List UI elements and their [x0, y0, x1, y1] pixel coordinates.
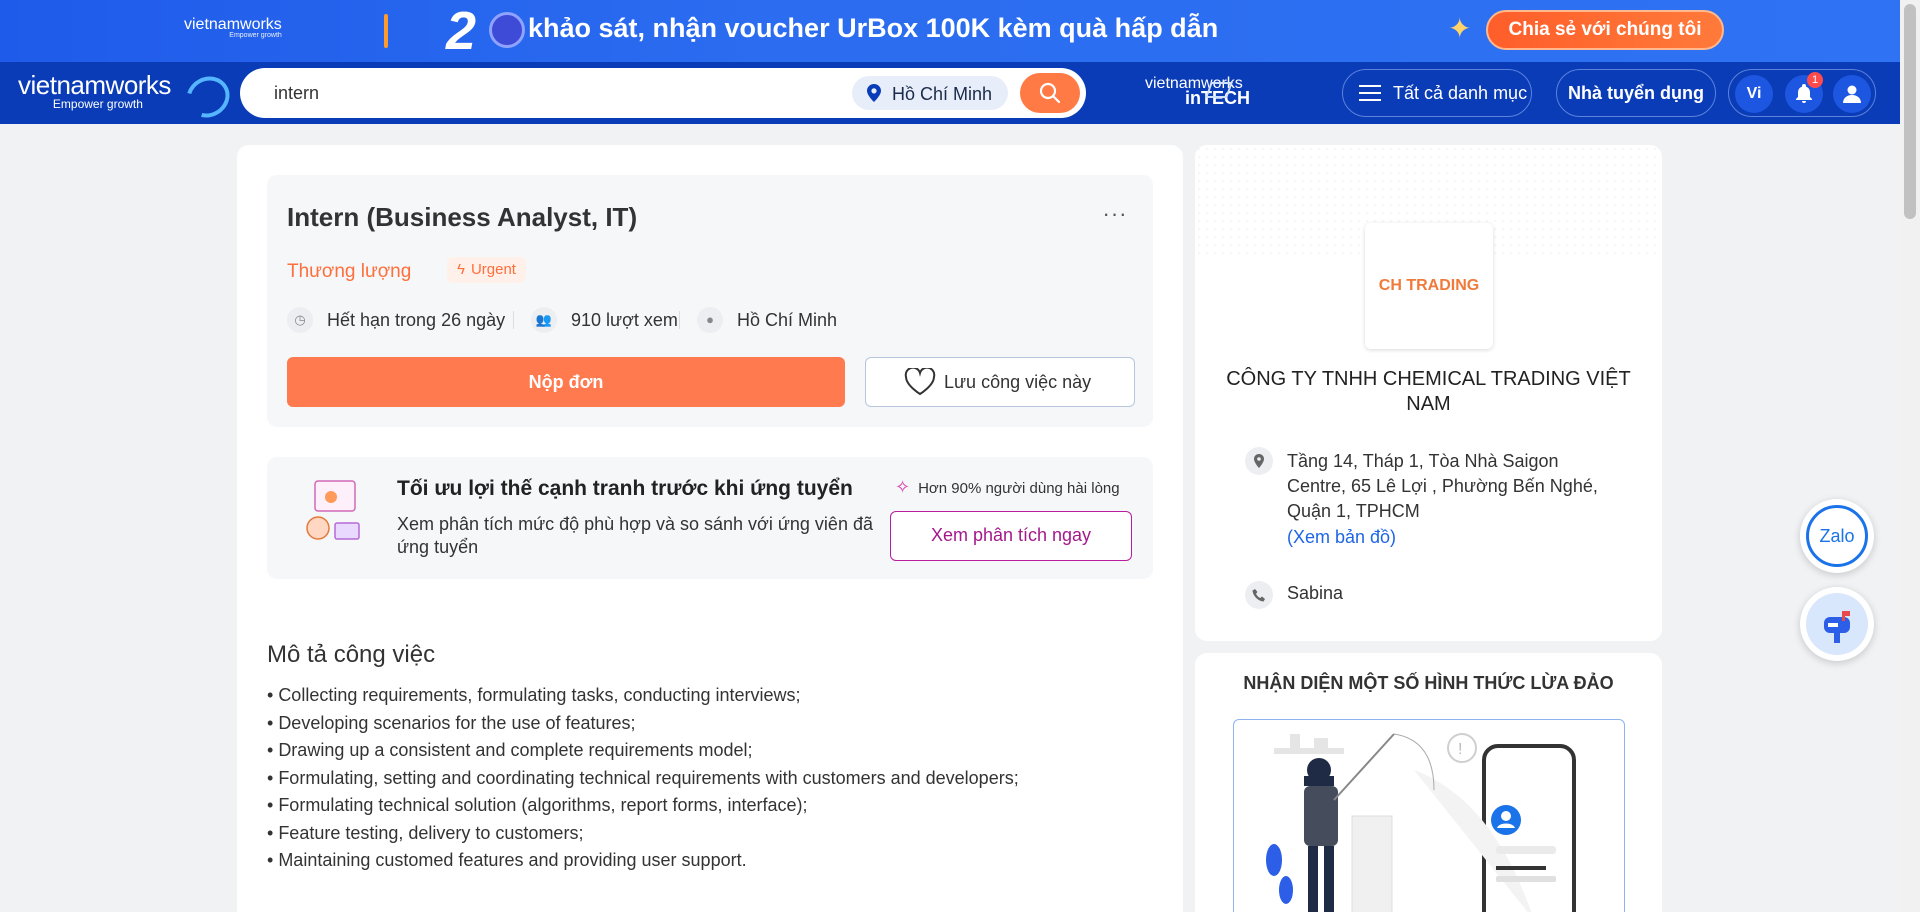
sparkle-icon: ✦ [1448, 13, 1472, 44]
view-analysis-button[interactable]: Xem phân tích ngay [890, 511, 1132, 561]
intech-logo[interactable]: vietnamworks inTECH [1145, 76, 1250, 108]
list-item: Feature testing, delivery to customers; [267, 820, 1019, 848]
promo-badge-icon [489, 12, 525, 48]
promo-logo-text: vietnamworks [184, 16, 282, 33]
location-info: ● Hồ Chí Minh [697, 305, 857, 335]
urgent-label: Urgent [470, 261, 516, 278]
ai-card-title: Tối ưu lợi thế cạnh tranh trước khi ứng … [397, 477, 853, 500]
notification-badge: 1 [1807, 72, 1823, 88]
ai-analysis-card: Tối ưu lợi thế cạnh tranh trước khi ứng … [267, 457, 1153, 579]
location-pin-icon [1245, 447, 1273, 475]
mailbox-icon [1806, 593, 1868, 655]
promo-number: 2 [446, 1, 477, 61]
job-header: Intern (Business Analyst, IT) ··· Thương… [267, 175, 1153, 427]
company-address: Tầng 14, Tháp 1, Tòa Nhà Saigon Centre, … [1287, 451, 1598, 521]
search-icon [1039, 82, 1061, 104]
heart-icon [904, 368, 936, 396]
intech-bottom-label: inTECH [1185, 88, 1250, 108]
search-bar: Hồ Chí Minh [240, 68, 1086, 118]
fraud-title: NHẬN DIỆN MỘT SỐ HÌNH THỨC LỪA ĐẢO [1243, 673, 1614, 693]
account-button[interactable] [1833, 75, 1871, 113]
view-map-link[interactable]: (Xem bản đồ) [1287, 527, 1396, 548]
brand-swoosh-icon [178, 68, 238, 126]
list-item: Collecting requirements, formulating tas… [267, 682, 1019, 710]
location-pin-icon [867, 84, 881, 102]
views-info: 👥 910 lượt xem [531, 305, 681, 335]
brand-logo[interactable]: vietnamworks Empower growth [18, 68, 238, 126]
urgent-badge: ϟ Urgent [447, 257, 526, 283]
promo-logo-tagline: Empower growth [229, 32, 282, 39]
employer-button[interactable]: Nhà tuyển dụng [1556, 69, 1716, 117]
user-icon [1843, 85, 1861, 103]
meta-divider [679, 311, 680, 329]
save-job-button[interactable]: Lưu công việc này [865, 357, 1135, 407]
job-title: Intern (Business Analyst, IT) [287, 202, 638, 232]
search-button[interactable] [1020, 73, 1080, 113]
salary-label: Thương lượng [287, 261, 412, 282]
company-card: CH TRADING CÔNG TY TNHH CHEMICAL TRADING… [1195, 145, 1662, 641]
promo-share-button[interactable]: Chia sẻ với chúng tôi [1486, 10, 1724, 50]
menu-icon [1359, 85, 1381, 101]
satisfaction-text: Hơn 90% người dùng hài lòng [918, 480, 1120, 497]
ai-card-description: Xem phân tích mức độ phù hợp và so sánh … [397, 514, 873, 557]
page-scrollbar[interactable] [1900, 0, 1920, 912]
fraud-scene-icon: ! [1266, 733, 1576, 912]
promo-logo: vietnamworks Empower growth [184, 16, 282, 40]
list-item: Developing scenarios for the use of feat… [267, 710, 1019, 738]
fraud-awareness-card: NHẬN DIỆN MỘT SỐ HÌNH THỨC LỪA ĐẢO ! [1195, 653, 1662, 912]
zalo-chat-button[interactable]: Zalo [1800, 499, 1874, 573]
search-input[interactable] [274, 81, 834, 105]
all-categories-button[interactable]: Tất cả danh mục [1342, 69, 1532, 117]
svg-text:!: ! [1458, 741, 1462, 758]
views-text: 910 lượt xem [571, 310, 678, 330]
mailbox-button[interactable] [1800, 587, 1874, 661]
job-description-list: Collecting requirements, formulating tas… [267, 682, 1019, 875]
company-name[interactable]: CÔNG TY TNHH CHEMICAL TRADING VIỆT NAM [1225, 367, 1632, 417]
list-item: Formulating, setting and coordinating te… [267, 765, 1018, 793]
phone-icon [1245, 581, 1273, 609]
meta-divider [513, 311, 514, 329]
location-label: Hồ Chí Minh [892, 84, 993, 104]
people-icon: 👥 [531, 307, 557, 333]
fraud-illustration[interactable]: ! [1233, 719, 1625, 912]
satisfaction-note: ✧ Hơn 90% người dùng hài lòng [895, 477, 1120, 498]
scrollbar-thumb[interactable] [1904, 4, 1916, 219]
brand-name: vietnamworks [18, 70, 171, 100]
language-button[interactable]: Vi [1735, 75, 1773, 113]
user-actions: Vi 1 [1728, 69, 1876, 117]
more-options-button[interactable]: ··· [1097, 199, 1133, 235]
analysis-illustration-icon [306, 480, 360, 540]
main-navbar: vietnamworks Empower growth Hồ Chí Minh … [0, 62, 1900, 126]
clock-icon: ◷ [287, 307, 313, 333]
apply-button[interactable]: Nộp đơn [287, 357, 845, 407]
company-logo[interactable]: CH TRADING [1365, 223, 1493, 349]
promo-text: khảo sát, nhận voucher UrBox 100K kèm qu… [528, 13, 1219, 43]
zalo-label: Zalo [1806, 505, 1868, 567]
location-text: Hồ Chí Minh [737, 310, 838, 330]
contact-name: Sabina [1287, 583, 1344, 603]
promo-divider [384, 14, 388, 48]
all-categories-label: Tất cả danh mục [1393, 83, 1528, 103]
location-selector[interactable]: Hồ Chí Minh [852, 76, 1008, 110]
promo-banner[interactable]: vietnamworks Empower growth 2 khảo sát, … [0, 0, 1900, 62]
list-item: Maintaining customed features and provid… [267, 847, 1019, 875]
save-job-label: Lưu công việc này [944, 372, 1092, 392]
location-pin-icon: ● [697, 307, 723, 333]
list-item: Drawing up a consistent and complete req… [267, 737, 1019, 765]
list-item: Formulating technical solution (algorith… [267, 792, 1019, 820]
sparkle-icon: ✧ [895, 477, 911, 497]
deadline-info: ◷ Hết hạn trong 26 ngày [287, 305, 517, 335]
lightning-icon: ϟ [457, 261, 465, 278]
job-description-heading: Mô tả công việc [267, 641, 436, 668]
job-detail-card: Intern (Business Analyst, IT) ··· Thương… [237, 145, 1183, 912]
deadline-text: Hết hạn trong 26 ngày [327, 310, 506, 330]
